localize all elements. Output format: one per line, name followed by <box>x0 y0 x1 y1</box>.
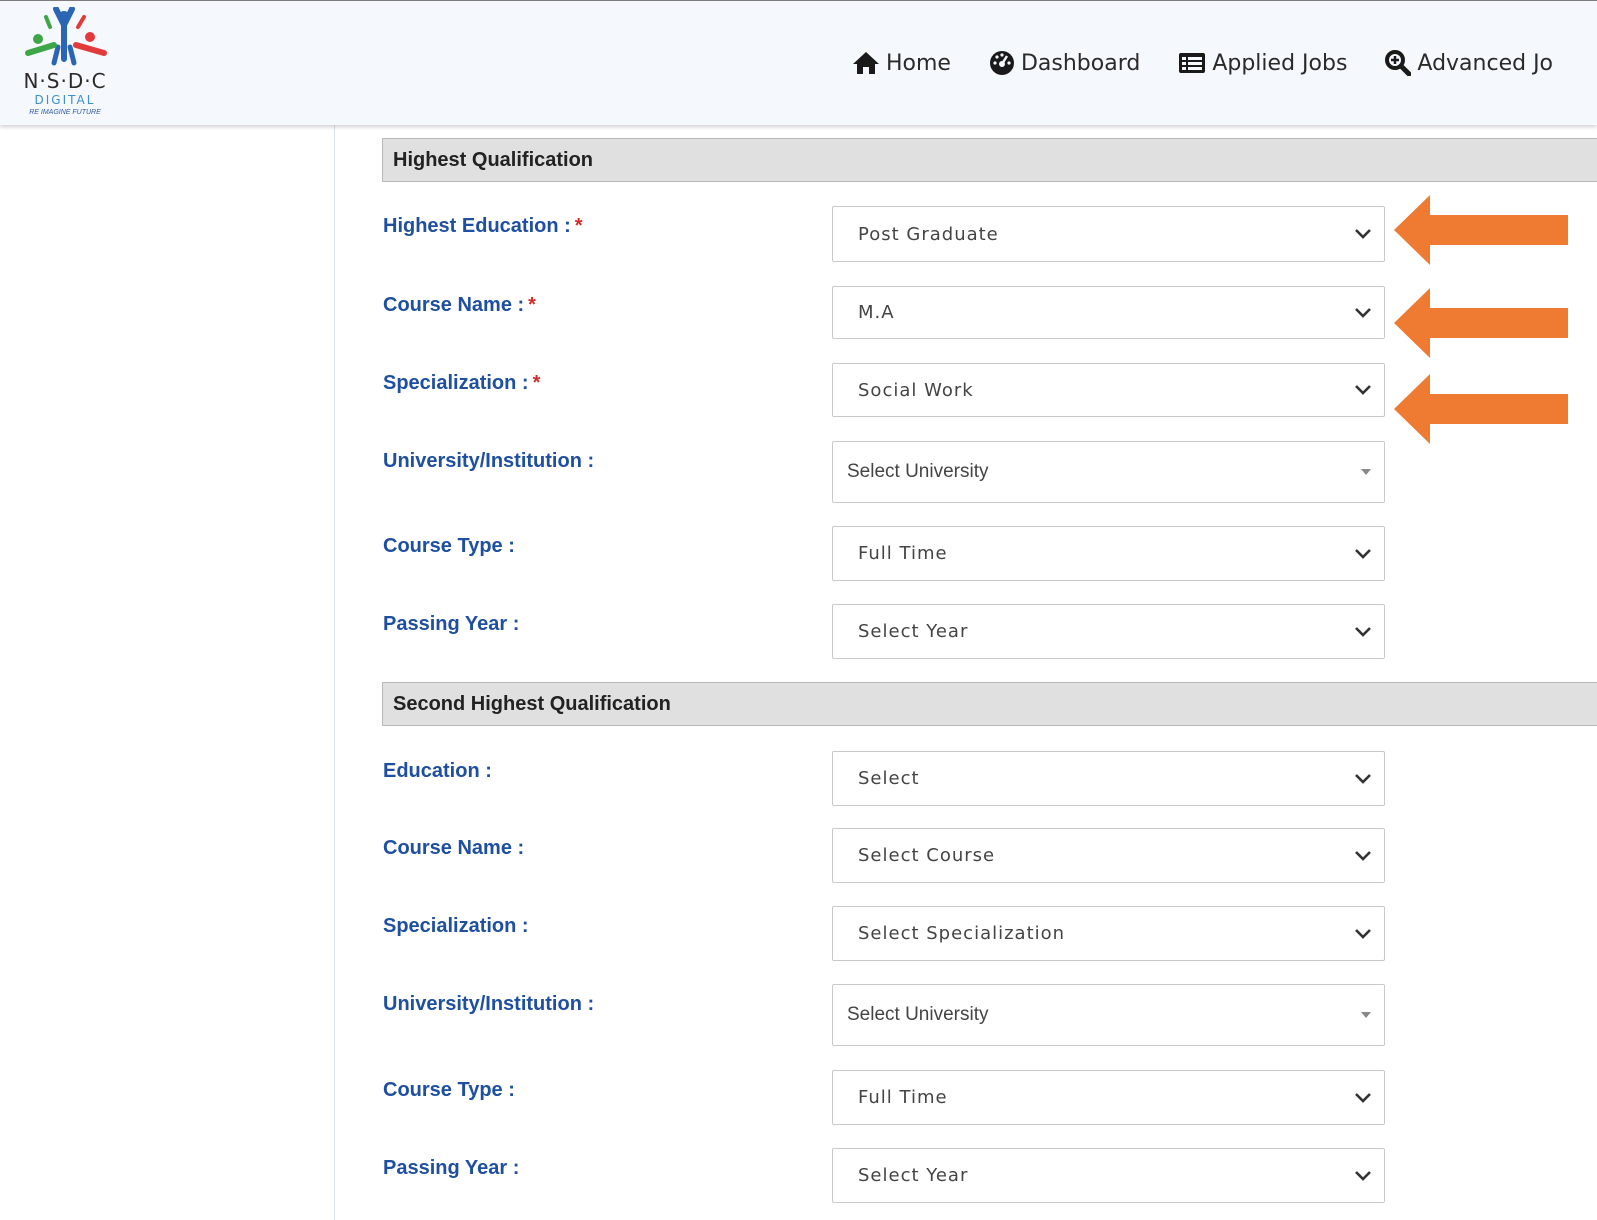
second-course-type-select[interactable]: Full Time <box>832 1070 1385 1125</box>
second-course-type-value: Full Time <box>858 1087 948 1108</box>
course-type-select[interactable]: Full Time <box>832 526 1385 581</box>
annotation-arrow-icon <box>1394 195 1568 265</box>
second-passing-year-label: Passing Year : <box>383 1157 520 1179</box>
second-course-name-select[interactable]: Select Course <box>832 828 1385 883</box>
second-specialization-value: Select Specialization <box>858 923 1066 944</box>
course-name-value: M.A <box>858 302 895 323</box>
specialization-value: Social Work <box>858 379 974 401</box>
home-icon <box>853 52 879 74</box>
second-course-name-value: Select Course <box>858 845 996 866</box>
course-name-label-text: Course Name : <box>383 294 525 316</box>
university-label: University/Institution : <box>383 450 595 472</box>
second-passing-year-value: Select Year <box>858 1165 969 1186</box>
logo-tagline: RE IMAGINE FUTURE <box>29 109 101 116</box>
nsdc-logo[interactable]: N·S·D·C DIGITAL RE IMAGINE FUTURE <box>10 6 120 119</box>
logo-sub-text: DIGITAL <box>34 93 96 107</box>
second-university-value: Select University <box>847 1004 989 1025</box>
course-name-select[interactable]: M.A <box>832 286 1385 339</box>
list-icon <box>1179 53 1206 73</box>
second-course-name-label: Course Name : <box>383 837 525 859</box>
annotation-arrow-icon <box>1394 288 1568 358</box>
sidebar-divider <box>334 124 335 1220</box>
passing-year-select[interactable]: Select Year <box>832 604 1385 659</box>
second-university-label: University/Institution : <box>383 993 595 1015</box>
logo-figures-icon <box>25 6 107 66</box>
nav-applied-jobs-label: Applied Jobs <box>1212 50 1348 76</box>
second-specialization-select[interactable]: Select Specialization <box>832 906 1385 961</box>
second-university-select[interactable]: Select University <box>832 984 1385 1046</box>
chevron-down-icon <box>1355 229 1371 239</box>
nav-home-label: Home <box>886 50 951 76</box>
caret-down-icon <box>1361 469 1371 475</box>
nav-advanced-jobs[interactable]: Advanced Jo <box>1385 50 1553 76</box>
second-education-label: Education : <box>383 760 492 782</box>
nav-advanced-jobs-label: Advanced Jo <box>1417 50 1554 76</box>
logo-brand-text: N·S·D·C <box>23 69 107 93</box>
nav-dashboard[interactable]: Dashboard <box>989 50 1140 76</box>
main-nav: Home Dashboard Applied Jobs Advanced Jo <box>852 45 1591 81</box>
second-education-value: Select <box>858 768 920 789</box>
passing-year-label: Passing Year : <box>383 613 520 635</box>
second-qualification-header: Second Highest Qualification <box>382 682 1597 726</box>
chevron-down-icon <box>1355 626 1371 637</box>
second-passing-year-select[interactable]: Select Year <box>832 1148 1385 1203</box>
chevron-down-icon <box>1355 385 1371 395</box>
caret-down-icon <box>1361 1012 1371 1018</box>
course-name-label: Course Name : * <box>383 294 536 317</box>
specialization-select[interactable]: Social Work <box>832 363 1385 417</box>
chevron-down-icon <box>1355 548 1371 559</box>
chevron-down-icon <box>1355 773 1371 784</box>
second-specialization-label: Specialization : <box>383 915 529 937</box>
nav-home[interactable]: Home <box>852 51 951 76</box>
passing-year-value: Select Year <box>858 621 969 642</box>
university-select[interactable]: Select University <box>832 441 1385 503</box>
required-asterisk: * <box>532 372 541 394</box>
search-icon <box>1385 50 1412 76</box>
annotation-arrow-icon <box>1394 374 1568 444</box>
chevron-down-icon <box>1355 1170 1371 1181</box>
chevron-down-icon <box>1355 850 1371 861</box>
highest-education-label-text: Highest Education : <box>383 215 571 237</box>
chevron-down-icon <box>1355 1092 1371 1103</box>
nav-applied-jobs[interactable]: Applied Jobs <box>1178 51 1347 76</box>
top-navbar: N·S·D·C DIGITAL RE IMAGINE FUTURE Home D… <box>0 0 1597 125</box>
highest-qualification-header: Highest Qualification <box>382 138 1597 182</box>
highest-education-label: Highest Education : * <box>383 215 583 238</box>
specialization-label-text: Specialization : <box>383 372 529 394</box>
highest-education-select[interactable]: Post Graduate <box>832 206 1385 262</box>
course-type-label: Course Type : <box>383 535 515 557</box>
chevron-down-icon <box>1355 928 1371 939</box>
course-type-value: Full Time <box>858 543 948 564</box>
second-education-select[interactable]: Select <box>832 751 1385 806</box>
dashboard-icon <box>989 51 1014 75</box>
chevron-down-icon <box>1355 307 1371 318</box>
second-course-type-label: Course Type : <box>383 1079 515 1101</box>
required-asterisk: * <box>528 294 536 316</box>
highest-education-value: Post Graduate <box>858 223 999 245</box>
university-value: Select University <box>847 461 989 482</box>
specialization-label: Specialization : * <box>383 372 540 395</box>
required-asterisk: * <box>574 215 583 237</box>
nav-dashboard-label: Dashboard <box>1020 50 1141 76</box>
